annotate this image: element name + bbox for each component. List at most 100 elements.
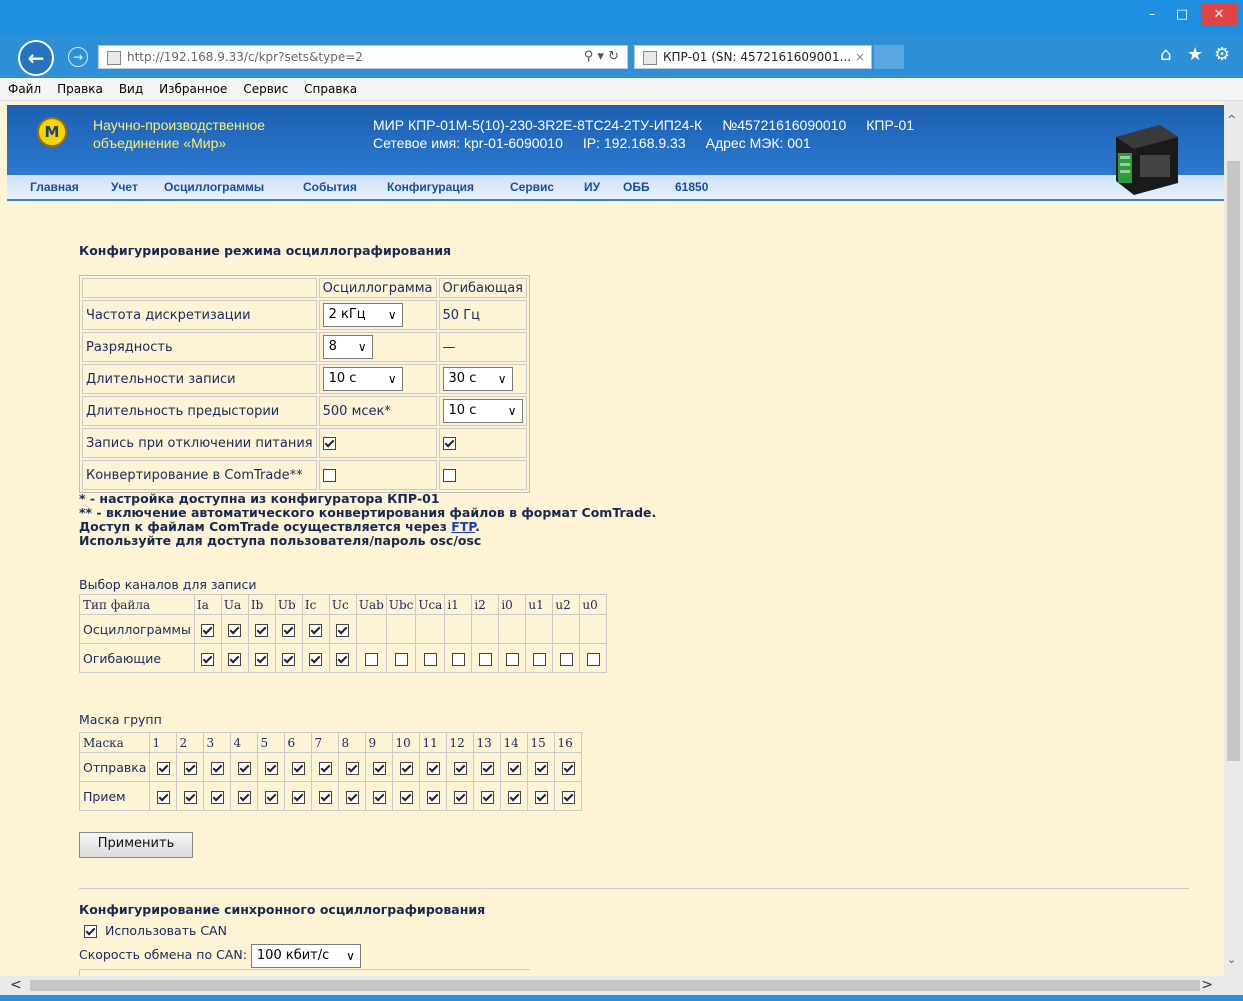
tab-close-icon[interactable]: × [855, 46, 865, 68]
channel-osc-checkbox[interactable] [336, 623, 350, 637]
nav-configuration[interactable]: Конфигурация [387, 180, 474, 194]
favorites-star-icon[interactable]: ★ [1187, 44, 1203, 65]
nav-obb[interactable]: ОББ [623, 180, 650, 194]
group-send-checkbox[interactable] [426, 761, 440, 775]
bits-select[interactable]: 8 ∨ [322, 335, 373, 359]
scroll-down-icon[interactable]: ⌄ [1227, 953, 1236, 966]
group-receive-checkbox[interactable] [453, 790, 467, 804]
nav-61850[interactable]: 61850 [675, 180, 708, 194]
group-receive-checkbox[interactable] [210, 790, 224, 804]
power-off-env-checkbox[interactable] [442, 436, 456, 450]
vertical-scroll-thumb[interactable] [1227, 161, 1240, 761]
ftp-link[interactable]: FTP [451, 519, 475, 534]
channel-osc-checkbox[interactable] [228, 623, 242, 637]
new-tab-button[interactable] [874, 45, 904, 69]
group-send-checkbox[interactable] [507, 761, 521, 775]
nav-service[interactable]: Сервис [510, 180, 554, 194]
group-receive-checkbox[interactable] [561, 790, 575, 804]
scroll-up-icon[interactable]: ^ [1227, 113, 1236, 126]
group-receive-checkbox[interactable] [507, 790, 521, 804]
group-receive-checkbox[interactable] [237, 790, 251, 804]
channel-env-checkbox[interactable] [423, 652, 437, 666]
group-send-checkbox[interactable] [183, 761, 197, 775]
envelope-duration-select[interactable]: 30 с ∨ [442, 367, 513, 391]
horizontal-scrollbar[interactable]: < > [0, 976, 1243, 995]
use-can-checkbox[interactable] [84, 925, 97, 938]
menu-favorites[interactable]: Избранное [151, 78, 235, 100]
comtrade-env-checkbox[interactable] [442, 468, 456, 482]
group-send-checkbox[interactable] [156, 761, 170, 775]
group-receive-checkbox[interactable] [399, 790, 413, 804]
power-off-osc-checkbox[interactable] [322, 436, 336, 450]
channel-env-checkbox[interactable] [201, 652, 215, 666]
channel-env-checkbox[interactable] [532, 652, 546, 666]
browser-tab[interactable]: КПР-01 (SN: 4572161609001... × [634, 45, 872, 69]
channel-env-checkbox[interactable] [505, 652, 519, 666]
channel-osc-checkbox[interactable] [255, 623, 269, 637]
group-send-checkbox[interactable] [237, 761, 251, 775]
group-send-checkbox[interactable] [264, 761, 278, 775]
nav-iu[interactable]: ИУ [584, 180, 600, 194]
nav-events[interactable]: События [303, 180, 357, 194]
horizontal-scroll-thumb[interactable] [30, 980, 1200, 991]
address-bar[interactable]: http://192.168.9.33/c/kpr?sets&type=2 ⚲ … [98, 45, 628, 69]
group-receive-checkbox[interactable] [156, 790, 170, 804]
maximize-button[interactable]: □ [1167, 4, 1197, 26]
group-send-checkbox[interactable] [210, 761, 224, 775]
group-receive-checkbox[interactable] [318, 790, 332, 804]
channel-env-checkbox[interactable] [309, 652, 323, 666]
channel-osc-checkbox[interactable] [309, 623, 323, 637]
group-receive-checkbox[interactable] [264, 790, 278, 804]
group-receive-checkbox[interactable] [345, 790, 359, 804]
group-send-checkbox[interactable] [345, 761, 359, 775]
gear-icon[interactable]: ⚙ [1214, 44, 1230, 65]
scroll-right-icon[interactable]: > [1201, 976, 1213, 995]
channel-env-checkbox[interactable] [228, 652, 242, 666]
group-receive-checkbox[interactable] [291, 790, 305, 804]
vertical-scrollbar[interactable]: ^ ⌄ [1224, 101, 1243, 976]
menu-edit[interactable]: Правка [49, 78, 111, 100]
search-refresh-icon[interactable]: ⚲ ▾ ↻ [584, 46, 619, 68]
channel-env-checkbox[interactable] [282, 652, 296, 666]
nav-oscillograms[interactable]: Осциллограммы [164, 180, 264, 194]
channel-env-checkbox[interactable] [394, 652, 408, 666]
channel-env-checkbox[interactable] [451, 652, 465, 666]
group-send-checkbox[interactable] [372, 761, 386, 775]
envelope-prehistory-select[interactable]: 10 с ∨ [442, 399, 523, 423]
channel-env-checkbox[interactable] [336, 652, 350, 666]
group-send-checkbox[interactable] [291, 761, 305, 775]
channel-env-checkbox[interactable] [586, 652, 600, 666]
channel-env-checkbox[interactable] [478, 652, 492, 666]
group-send-checkbox[interactable] [480, 761, 494, 775]
group-send-checkbox[interactable] [534, 761, 548, 775]
group-receive-checkbox[interactable] [534, 790, 548, 804]
group-send-checkbox[interactable] [453, 761, 467, 775]
minimize-button[interactable]: – [1137, 4, 1167, 26]
group-send-checkbox[interactable] [561, 761, 575, 775]
menu-file[interactable]: Файл [0, 78, 49, 100]
channel-env-checkbox[interactable] [559, 652, 573, 666]
menu-view[interactable]: Вид [111, 78, 151, 100]
nav-accounting[interactable]: Учет [111, 180, 138, 194]
menu-help[interactable]: Справка [296, 78, 365, 100]
menu-tools[interactable]: Сервис [235, 78, 296, 100]
apply-button[interactable]: Применить [79, 832, 193, 858]
sampling-select[interactable]: 2 кГц ∨ [322, 303, 403, 327]
comtrade-osc-checkbox[interactable] [322, 468, 336, 482]
group-receive-checkbox[interactable] [426, 790, 440, 804]
group-receive-checkbox[interactable] [183, 790, 197, 804]
group-receive-checkbox[interactable] [480, 790, 494, 804]
channel-env-checkbox[interactable] [255, 652, 269, 666]
scroll-left-icon[interactable]: < [10, 976, 22, 995]
channel-env-checkbox[interactable] [364, 652, 378, 666]
back-arrow-icon[interactable]: ← [18, 40, 54, 76]
nav-home[interactable]: Главная [30, 180, 79, 194]
duration-select[interactable]: 10 с ∨ [322, 367, 403, 391]
group-receive-checkbox[interactable] [372, 790, 386, 804]
group-send-checkbox[interactable] [399, 761, 413, 775]
forward-arrow-icon[interactable]: → [68, 47, 88, 67]
close-window-button[interactable]: ✕ [1201, 4, 1237, 26]
home-icon[interactable]: ⌂ [1160, 44, 1171, 65]
can-speed-select[interactable]: 100 кбит/с ∨ [250, 943, 361, 968]
channel-osc-checkbox[interactable] [282, 623, 296, 637]
